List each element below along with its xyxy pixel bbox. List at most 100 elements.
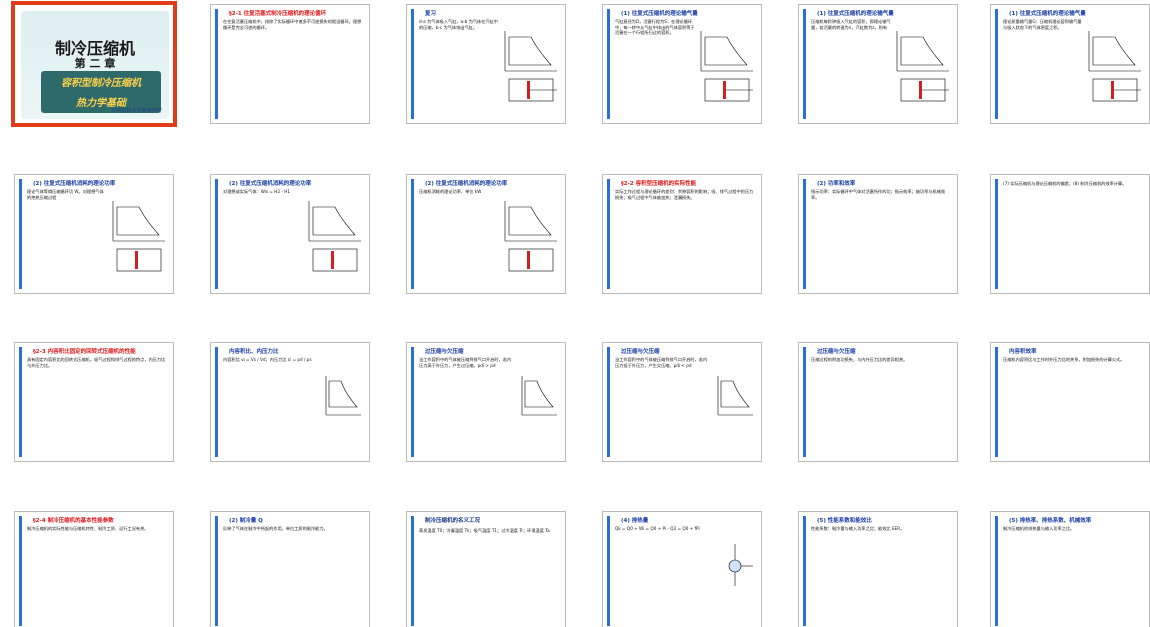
slide-thumbnail-8[interactable]: (2) 往复式压缩机消耗的理论功率 对理想或实际气体：Wis = H2 - H1	[210, 174, 370, 294]
slide-thumbnail-21[interactable]: 制冷压缩机的名义工况 蒸发温度 T0；冷凝温度 Tk；吸气温度 T1；过冷温度 …	[406, 511, 566, 627]
cover-background: 制冷压缩机 第 二 章 容积型制冷压缩机 热力学基础 华中科技大学能源学院	[21, 11, 169, 119]
slide-thumbnail-18[interactable]: 内容积效率 压缩机内容积比与工作时外压力比的关系，附加损失的计算公式。	[990, 342, 1150, 462]
slide-accent-bar	[607, 516, 610, 626]
slide-body: 理论气体等熵压缩循环功 W。对理想气体的绝热压缩过程	[27, 189, 104, 200]
slide-accent-bar	[607, 9, 610, 119]
slide-body: d-a 为气体吸入气缸，a-b 为气体在汽缸中的压缩，b-c 为气体排出气缸。	[419, 19, 498, 30]
slide-body: 反映了气体在制冷中所起的作用，单位工质的制冷能力。	[223, 526, 328, 531]
slide-accent-bar	[803, 347, 806, 457]
pv-diagram-icon	[1088, 31, 1141, 102]
slide-title: 复习	[425, 11, 437, 17]
slide-accent-bar	[803, 516, 806, 626]
compressor-circle-icon	[728, 544, 753, 586]
slide-title: (2) 往复式压缩机消耗的理论功率	[229, 181, 312, 187]
slide-accent-bar	[411, 179, 414, 289]
slide-body: 当工作容积中的气体被压缩到排气口开启时，若内压力高于外压力，产生过压缩。pdi …	[419, 357, 512, 368]
slide-thumbnail-1[interactable]: 制冷压缩机 第 二 章 容积型制冷压缩机 热力学基础 华中科技大学能源学院	[11, 1, 177, 127]
slide-thumbnail-2[interactable]: §2-1 往复活塞式制冷压缩机的理论循环 在往复活塞压缩机中，排除了实际循环中诸…	[210, 4, 370, 124]
slide-accent-bar	[995, 179, 998, 289]
slide-title: §2-1 往复活塞式制冷压缩机的理论循环	[229, 11, 327, 17]
slide-thumbnail-14[interactable]: 内容积比、内压力比 内容积比 vi = Vs / Vd；内压力比 εi = pd…	[210, 342, 370, 462]
slide-accent-bar	[215, 179, 218, 289]
slide-thumbnail-13[interactable]: §2-3 内容积比固定的回转式压缩机的性能 具有固定内容积比的回转式压缩机，吸气…	[14, 342, 174, 462]
slide-title: (1) 往复式压缩机的理论输气量	[1009, 11, 1086, 17]
slide-thumbnail-3[interactable]: 复习 d-a 为气体吸入气缸，a-b 为气体在汽缸中的压缩，b-c 为气体排出气…	[406, 4, 566, 124]
pv-diagram-icon	[700, 31, 753, 102]
slide-body: Qk = Q0 + Wi = Q0 + Pi - Q2 = Q0 + fPi	[615, 526, 700, 531]
slide-thumbnail-17[interactable]: 过压缩与欠压缩 压缩过程的附加功损失，与内外压力比的差异相关。	[798, 342, 958, 462]
pv-diagram-icon	[112, 201, 165, 272]
slide-thumbnail-15[interactable]: 过压缩与欠压缩 当工作容积中的气体被压缩到排气口开启时，若内压力高于外压力，产生…	[406, 342, 566, 462]
slide-thumbnail-12[interactable]: (7) 实际压缩机与理论压缩机的偏差；(8) 制冷压缩机的效率计算。	[990, 174, 1150, 294]
slide-title: (4) 排热量	[621, 518, 649, 524]
slide-accent-bar	[995, 516, 998, 626]
slide-accent-bar	[19, 347, 22, 457]
slide-accent-bar	[607, 347, 610, 457]
pv-diagram-icon	[325, 376, 361, 416]
slide-accent-bar	[411, 516, 414, 626]
cover-logo: 华中科技大学能源学院	[110, 108, 161, 114]
slide-title: §2-3 内容积比固定的回转式压缩机的性能	[33, 349, 136, 355]
pv-diagram-icon	[896, 31, 949, 102]
slide-body: 内容积比 vi = Vs / Vd；内压力比 εi = pd / ps	[223, 357, 312, 362]
slide-accent-bar	[803, 9, 806, 119]
slide-thumbnail-22[interactable]: (4) 排热量 Qk = Q0 + Wi = Q0 + Pi - Q2 = Q0…	[602, 511, 762, 627]
slide-title: (5) 排热率、排热系数、机械效率	[1009, 518, 1092, 524]
slide-thumbnail-19[interactable]: §2-4 制冷压缩机的基本性能参数 制冷压缩机的实际性能与压缩机特性、制冷工质、…	[14, 511, 174, 627]
slide-thumbnail-20[interactable]: (2) 制冷量 Q 反映了气体在制冷中所起的作用，单位工质的制冷能力。	[210, 511, 370, 627]
slide-thumbnail-11[interactable]: (2) 功率和效率 指示功率：实际循环中气体对活塞所作的功；指示效率；轴功率与机…	[798, 174, 958, 294]
slide-accent-bar	[19, 516, 22, 626]
slide-thumbnail-16[interactable]: 过压缩与欠压缩 当工作容积中的气体被压缩到排气口开启时，若内压力低于外压力，产生…	[602, 342, 762, 462]
slide-body: 对理想或实际气体：Wis = H2 - H1	[223, 189, 291, 194]
slide-thumbnail-6[interactable]: (1) 往复式压缩机的理论输气量 理论质量输气量G：压缩机理论容积输气量与吸入状…	[990, 4, 1150, 124]
pv-diagram-icon	[717, 376, 753, 416]
slide-title: 内容积效率	[1009, 349, 1037, 355]
slide-thumbnail-23[interactable]: (5) 性能系数和能效比 性能系数：制冷量与输入功率之比；能效比 EER。	[798, 511, 958, 627]
slide-body: 实际工作过程与理论循环的差别：余隙容积的影响；吸、排气过程中的压力损失；吸气过程…	[615, 189, 754, 200]
slide-thumbnail-24[interactable]: (5) 排热率、排热系数、机械效率 制冷压缩机的排热量与输入功率之比。	[990, 511, 1150, 627]
slide-body: (7) 实际压缩机与理论压缩机的偏差；(8) 制冷压缩机的效率计算。	[1003, 181, 1127, 186]
slide-body: 蒸发温度 T0；冷凝温度 Tk；吸气温度 T1；过冷温度 Tr；环境温度 Ta	[419, 528, 550, 533]
slide-body: 制冷压缩机的排热量与输入功率之比。	[1003, 526, 1075, 531]
pv-diagram-icon	[308, 201, 361, 272]
cover-chapter: 第 二 章	[74, 57, 116, 70]
slide-thumbnail-10[interactable]: §2-2 容积型压缩机的实际性能 实际工作过程与理论循环的差别：余隙容积的影响；…	[602, 174, 762, 294]
slide-body: 性能系数：制冷量与输入功率之比；能效比 EER。	[811, 526, 905, 531]
slide-title: (1) 往复式压缩机的理论输气量	[817, 11, 894, 17]
slide-body: 压缩机消耗的理论功率，单位 kW	[419, 189, 482, 194]
slide-thumbnail-9[interactable]: (2) 往复式压缩机消耗的理论功率 压缩机消耗的理论功率，单位 kW	[406, 174, 566, 294]
slide-title: (2) 往复式压缩机消耗的理论功率	[425, 181, 508, 187]
slide-thumbnail-7[interactable]: (2) 往复式压缩机消耗的理论功率 理论气体等熵压缩循环功 W。对理想气体的绝热…	[14, 174, 174, 294]
slide-body: 气缸直径为D，活塞行程为S，在理论循环中，每一转中从气缸中排出的气体容积等于活塞…	[615, 19, 695, 36]
slide-accent-bar	[215, 516, 218, 626]
slide-accent-bar	[411, 347, 414, 457]
slide-title: 过压缩与欠压缩	[621, 349, 660, 355]
slide-accent-bar	[995, 9, 998, 119]
slide-thumbnail-4[interactable]: (1) 往复式压缩机的理论输气量 气缸直径为D，活塞行程为S，在理论循环中，每一…	[602, 4, 762, 124]
slide-accent-bar	[995, 347, 998, 457]
slide-title: (5) 性能系数和能效比	[817, 518, 872, 524]
slide-sorter-grid: 制冷压缩机 第 二 章 容积型制冷压缩机 热力学基础 华中科技大学能源学院 §2…	[0, 0, 1150, 627]
pv-diagram-icon	[504, 31, 557, 102]
slide-body: 压缩机内容积比与工作时外压力比的关系，附加损失的计算公式。	[1003, 357, 1125, 362]
cover-subtitle-line1: 容积型制冷压缩机	[61, 78, 141, 89]
slide-thumbnail-5[interactable]: (1) 往复式压缩机的理论输气量 压缩机每秒钟吸入气缸的容积，即理论输气量，若活…	[798, 4, 958, 124]
slide-body: 指示功率：实际循环中气体对活塞所作的功；指示效率；轴功率与机械效率。	[811, 189, 946, 200]
slide-title: (2) 往复式压缩机消耗的理论功率	[33, 181, 116, 187]
slide-body: 具有固定内容积比的回转式压缩机，吸气过程和排气过程的特点，内压力比与外压力比。	[27, 357, 166, 368]
slide-title: 过压缩与欠压缩	[425, 349, 464, 355]
slide-title: (2) 制冷量 Q	[229, 518, 263, 524]
pv-diagram-icon	[521, 376, 557, 416]
slide-body: 在往复活塞压缩机中，排除了实际循环中诸多不可逆损失的假设循环。理想循环是完全可逆…	[223, 19, 362, 30]
slide-title: 过压缩与欠压缩	[817, 349, 856, 355]
slide-title: (2) 功率和效率	[817, 181, 856, 187]
slide-accent-bar	[215, 347, 218, 457]
slide-body: 压缩机每秒钟吸入气缸的容积，即理论输气量，若活塞的转速为n，汽缸数为z，则有	[811, 19, 891, 30]
slide-accent-bar	[607, 179, 610, 289]
slide-body: 当工作容积中的气体被压缩到排气口开启时，若内压力低于外压力，产生欠压缩。pdi …	[615, 357, 708, 368]
slide-accent-bar	[19, 179, 22, 289]
slide-title: §2-4 制冷压缩机的基本性能参数	[33, 518, 114, 524]
slide-body: 制冷压缩机的实际性能与压缩机特性、制冷工质、运行工况有关。	[27, 526, 149, 531]
slide-body: 压缩过程的附加功损失，与内外压力比的差异相关。	[811, 357, 908, 362]
slide-title: §2-2 容积型压缩机的实际性能	[621, 181, 697, 187]
